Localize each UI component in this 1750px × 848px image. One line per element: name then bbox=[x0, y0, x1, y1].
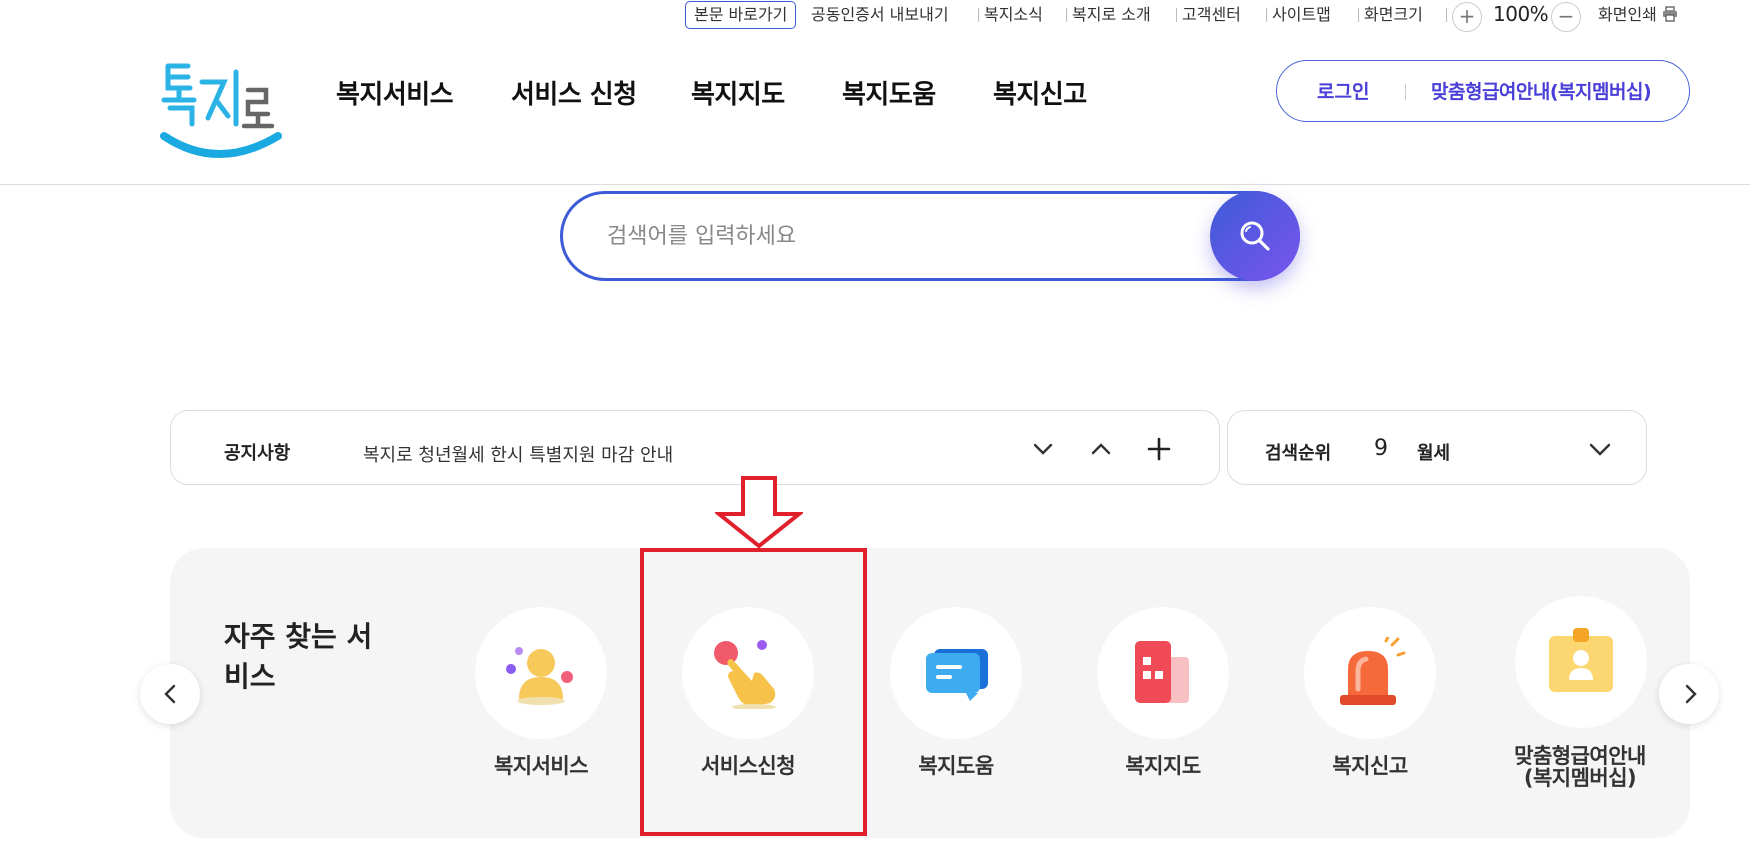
utility-bar: 본문 바로가기 공동인증서 내보내기 복지소식 복지로 소개 고객센터 사이트맵… bbox=[0, 0, 1750, 32]
site-header: 복지서비스 서비스 신청 복지지도 복지도움 복지신고 로그인 맞춤형급여안내(… bbox=[0, 32, 1750, 185]
service-membership-label: 맞춤형급여안내 (복지멤버십) bbox=[1480, 745, 1680, 789]
customer-center-link[interactable]: 고객센터 bbox=[1182, 4, 1241, 26]
siren-icon bbox=[1340, 637, 1406, 705]
annotation-down-arrow-icon bbox=[715, 476, 803, 548]
service-report-label: 복지신고 bbox=[1332, 754, 1408, 778]
service-help-label: 복지도움 bbox=[918, 754, 994, 778]
carousel-next-button[interactable] bbox=[1659, 664, 1719, 724]
search-button[interactable] bbox=[1210, 191, 1300, 281]
cert-export-link[interactable]: 공동인증서 내보내기 bbox=[811, 4, 949, 26]
search-icon bbox=[1240, 221, 1270, 251]
ranking-keyword[interactable]: 월세 bbox=[1417, 439, 1450, 465]
chat-bubble-icon bbox=[926, 649, 988, 701]
auth-box: 로그인 맞춤형급여안내(복지멤버십) bbox=[1276, 60, 1690, 122]
map-building-icon bbox=[1135, 641, 1189, 703]
person-icon bbox=[506, 647, 573, 705]
chevron-down-icon[interactable] bbox=[1029, 435, 1057, 463]
zoom-level: 100% bbox=[1493, 2, 1549, 26]
carousel-prev-button[interactable] bbox=[140, 664, 200, 724]
about-link[interactable]: 복지로 소개 bbox=[1072, 4, 1151, 26]
notice-text[interactable]: 복지로 청년월세 한시 특별지원 마감 안내 bbox=[363, 441, 673, 467]
notice-bar: 공지사항 복지로 청년월세 한시 특별지원 마감 안내 bbox=[170, 410, 1220, 485]
util-divider bbox=[1176, 8, 1177, 22]
ranking-label: 검색순위 bbox=[1265, 443, 1332, 464]
service-membership-label-line2: (복지멤버십) bbox=[1523, 766, 1637, 790]
nav-welfare-report[interactable]: 복지신고 bbox=[993, 74, 1087, 111]
nav-welfare-service[interactable]: 복지서비스 bbox=[336, 74, 454, 111]
chevron-left-icon bbox=[164, 684, 176, 704]
printer-icon bbox=[1662, 6, 1677, 22]
login-button[interactable]: 로그인 bbox=[1317, 77, 1369, 104]
bokjiro-logo[interactable] bbox=[160, 54, 285, 164]
search-box bbox=[560, 191, 1300, 281]
util-divider bbox=[1266, 8, 1267, 22]
service-map-label: 복지지도 bbox=[1125, 754, 1201, 778]
search-input[interactable] bbox=[607, 216, 1127, 256]
util-divider bbox=[978, 8, 979, 22]
nav-welfare-map[interactable]: 복지지도 bbox=[691, 74, 785, 111]
chevron-down-icon[interactable] bbox=[1586, 435, 1614, 463]
chevron-right-icon bbox=[1685, 684, 1697, 704]
service-membership-button[interactable] bbox=[1515, 596, 1647, 728]
print-label: 화면인쇄 bbox=[1598, 5, 1657, 24]
font-size-label: 화면크기 bbox=[1364, 5, 1423, 24]
auth-divider bbox=[1405, 84, 1406, 100]
service-membership-label-line1: 맞춤형급여안내 bbox=[1514, 744, 1646, 768]
search-ranking: 검색순위 9 월세 bbox=[1227, 410, 1647, 485]
skip-to-content-link[interactable]: 본문 바로가기 bbox=[685, 1, 797, 29]
news-link[interactable]: 복지소식 bbox=[984, 4, 1043, 26]
util-divider bbox=[1066, 8, 1067, 22]
membership-button[interactable]: 맞춤형급여안내(복지멤버십) bbox=[1431, 77, 1652, 104]
chevron-up-icon[interactable] bbox=[1087, 435, 1115, 463]
print-link[interactable]: 화면인쇄 bbox=[1598, 4, 1678, 26]
bokjiro-logo-icon bbox=[160, 63, 282, 158]
nav-welfare-help[interactable]: 복지도움 bbox=[842, 74, 936, 111]
service-report-button[interactable] bbox=[1304, 607, 1436, 739]
plus-icon[interactable] bbox=[1145, 435, 1173, 463]
util-divider bbox=[1446, 8, 1447, 22]
frequent-services-title: 자주 찾는 서비스 bbox=[224, 620, 373, 693]
service-map-button[interactable] bbox=[1097, 607, 1229, 739]
util-divider bbox=[1358, 8, 1359, 22]
service-welfare-label: 복지서비스 bbox=[493, 754, 589, 778]
ranking-number: 9 bbox=[1374, 436, 1388, 461]
id-card-icon bbox=[1549, 628, 1613, 692]
zoom-out-button[interactable]: − bbox=[1551, 2, 1581, 32]
sitemap-link[interactable]: 사이트맵 bbox=[1272, 4, 1331, 26]
notice-label: 공지사항 bbox=[224, 443, 291, 464]
zoom-in-button[interactable]: + bbox=[1452, 2, 1482, 32]
nav-service-apply[interactable]: 서비스 신청 bbox=[511, 74, 637, 111]
service-help-button[interactable] bbox=[890, 607, 1022, 739]
service-welfare-button[interactable] bbox=[475, 607, 607, 739]
annotation-highlight-box bbox=[640, 548, 867, 836]
